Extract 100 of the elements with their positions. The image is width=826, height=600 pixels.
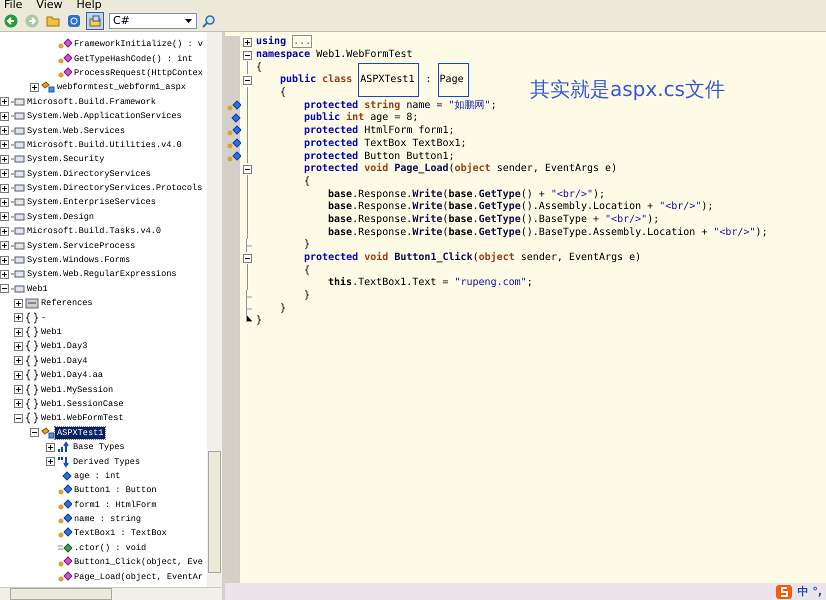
tree-item[interactable]: References [39, 297, 95, 310]
dropdown-arrow-icon [185, 18, 192, 22]
tree-item[interactable]: Web1 [25, 282, 50, 295]
tree-item[interactable]: Page_Load(object, EventAr [72, 570, 205, 583]
annotation-caption: 其实就是aspx.cs文件 [530, 76, 725, 103]
tree-item[interactable]: Derived Types [71, 456, 142, 468]
expand-toggle[interactable] [46, 442, 55, 452]
ime-logo-icon [775, 584, 794, 600]
expand-toggle[interactable] [14, 356, 23, 366]
tree-item[interactable]: System.DirectoryServices.Protocols [25, 182, 204, 194]
language-dropdown[interactable]: C# [109, 12, 197, 28]
code-line: protected Button Button1; [304, 150, 455, 162]
code-line: protected void Page_Load(object sender, EventArgs e) [304, 163, 618, 176]
tree-item[interactable]: System.Design [25, 210, 96, 223]
tree-item[interactable]: Microsoft.Build.Tasks.v4.0 [25, 225, 164, 238]
menu-item[interactable]: View [36, 0, 63, 10]
tree-item[interactable]: ProcessRequest(HttpContex [72, 66, 205, 79]
expand-toggle[interactable] [0, 256, 9, 265]
tree-item[interactable]: - [39, 312, 48, 324]
collapse-toggle[interactable] [242, 50, 252, 60]
expand-toggle[interactable] [14, 399, 23, 408]
expand-toggle[interactable] [14, 385, 23, 394]
tree-item[interactable]: System.Windows.Forms [25, 254, 132, 266]
menu-item[interactable]: Help [76, 0, 102, 10]
code-line: using ... [256, 36, 312, 48]
expand-toggle[interactable] [46, 457, 55, 466]
expand-toggle[interactable] [0, 126, 9, 136]
code-line: base.Response.Write(base.GetType() + "<br/>"); [328, 188, 606, 200]
ime-punctuation[interactable]: °, [812, 585, 822, 598]
collapse-toggle[interactable] [242, 76, 252, 85]
sync-button[interactable] [86, 12, 104, 30]
collapse-toggle[interactable] [0, 284, 9, 294]
tree-item[interactable]: System.EnterpriseServices [25, 196, 158, 208]
code-line: } [280, 302, 286, 315]
code-line: protected HtmlForm form1; [304, 125, 455, 138]
tree-item[interactable]: Microsoft.Build.Utilities.v4.0 [25, 138, 184, 151]
code-line: { [304, 264, 310, 277]
tree-item[interactable]: System.Web.Services [25, 124, 127, 137]
tree-item[interactable]: webformtest_webform1_aspx [55, 81, 188, 94]
horizontal-scrollbar[interactable] [0, 587, 222, 600]
tree-item[interactable]: Web1 [39, 326, 64, 338]
tree-item[interactable]: .ctor() : void [72, 542, 148, 554]
tree-item[interactable]: Button1 : Button [72, 484, 159, 496]
expand-toggle[interactable] [0, 241, 9, 250]
code-line: protected void Button1_Click(object sender, EventArgs e) [304, 252, 642, 264]
ime-mode[interactable]: 中 [797, 584, 808, 599]
tree-item[interactable]: Web1.Day4.aa [39, 369, 105, 382]
code-line: base.Response.Write(base.GetType().Assembly.Location + "<br/>"); [328, 201, 714, 214]
tree-item[interactable]: form1 : HtmlForm [72, 498, 159, 511]
expand-toggle[interactable] [14, 328, 23, 336]
tree-item[interactable]: GetTypeHashCode() : int [72, 52, 195, 65]
tree-item[interactable]: Web1.SessionCase [39, 398, 126, 410]
code-line: public int age = 8; [304, 112, 418, 124]
tree-item[interactable]: System.DirectoryServices [25, 168, 153, 180]
expand-toggle[interactable] [30, 82, 39, 92]
tree-item[interactable]: Web1.Day3 [39, 340, 90, 352]
tree-item[interactable]: Base Types [71, 441, 127, 454]
expand-toggle[interactable] [14, 298, 23, 308]
code-line: } [304, 239, 310, 252]
tree-item[interactable]: Web1.MySession [39, 384, 116, 396]
collapse-toggle[interactable] [14, 414, 23, 423]
tree-item[interactable]: name : string [72, 513, 144, 526]
tree-item[interactable]: TextBox1 : TextBox [72, 527, 169, 540]
expand-toggle[interactable] [0, 112, 9, 121]
expand-toggle[interactable] [0, 270, 9, 279]
expand-toggle[interactable] [0, 212, 9, 222]
expand-toggle[interactable] [0, 198, 9, 207]
tree-item[interactable]: System.ServiceProcess [25, 240, 138, 252]
expand-toggle[interactable] [14, 342, 23, 351]
tree-item[interactable]: FrameworkInitialize() : v [72, 38, 205, 50]
tree-item[interactable]: System.Web.ApplicationServices [25, 110, 184, 122]
tree-item[interactable]: Microsoft.Build.Framework [25, 96, 158, 108]
expand-toggle[interactable] [0, 140, 9, 150]
code-line: protected TextBox TextBox1; [304, 138, 467, 150]
menu-item[interactable]: File [4, 0, 22, 10]
collapse-toggle[interactable] [242, 164, 252, 174]
expand-toggle[interactable] [0, 154, 9, 164]
tree-item[interactable]: System.Web.RegularExpressions [25, 268, 179, 280]
back-button[interactable] [2, 12, 20, 30]
tree-item[interactable]: Button1_Click(object, Eve [72, 556, 205, 568]
expand-toggle[interactable] [14, 370, 23, 380]
tree-item[interactable]: Web1.WebFormTest [39, 412, 126, 424]
code-line: base.Response.Write(base.GetType().BaseType + "<br/>"); [328, 214, 660, 226]
collapse-toggle[interactable] [242, 254, 252, 263]
collapse-toggle[interactable] [30, 428, 39, 438]
code-line: this.TextBox1.Text = "rupeng.com"; [328, 277, 533, 290]
code-line: base.Response.Write(base.GetType().BaseType.Assembly.Location + "<br/>"); [328, 226, 768, 239]
expand-toggle[interactable] [242, 38, 252, 47]
code-line: protected string name = "如鹏网"; [304, 100, 497, 112]
expand-toggle[interactable] [14, 313, 23, 322]
tree-item[interactable]: ASPXTest1 [55, 426, 106, 439]
tree-item[interactable]: age : int [72, 470, 122, 482]
expand-toggle[interactable] [0, 97, 9, 106]
tree-item[interactable]: Web1.Day4 [39, 354, 90, 367]
code-line: { [304, 176, 310, 188]
tree-item[interactable]: System.Security [25, 153, 106, 166]
expand-toggle[interactable] [0, 184, 9, 193]
expand-toggle[interactable] [0, 169, 9, 178]
vertical-scrollbar[interactable] [207, 32, 222, 587]
expand-toggle[interactable] [0, 226, 9, 236]
